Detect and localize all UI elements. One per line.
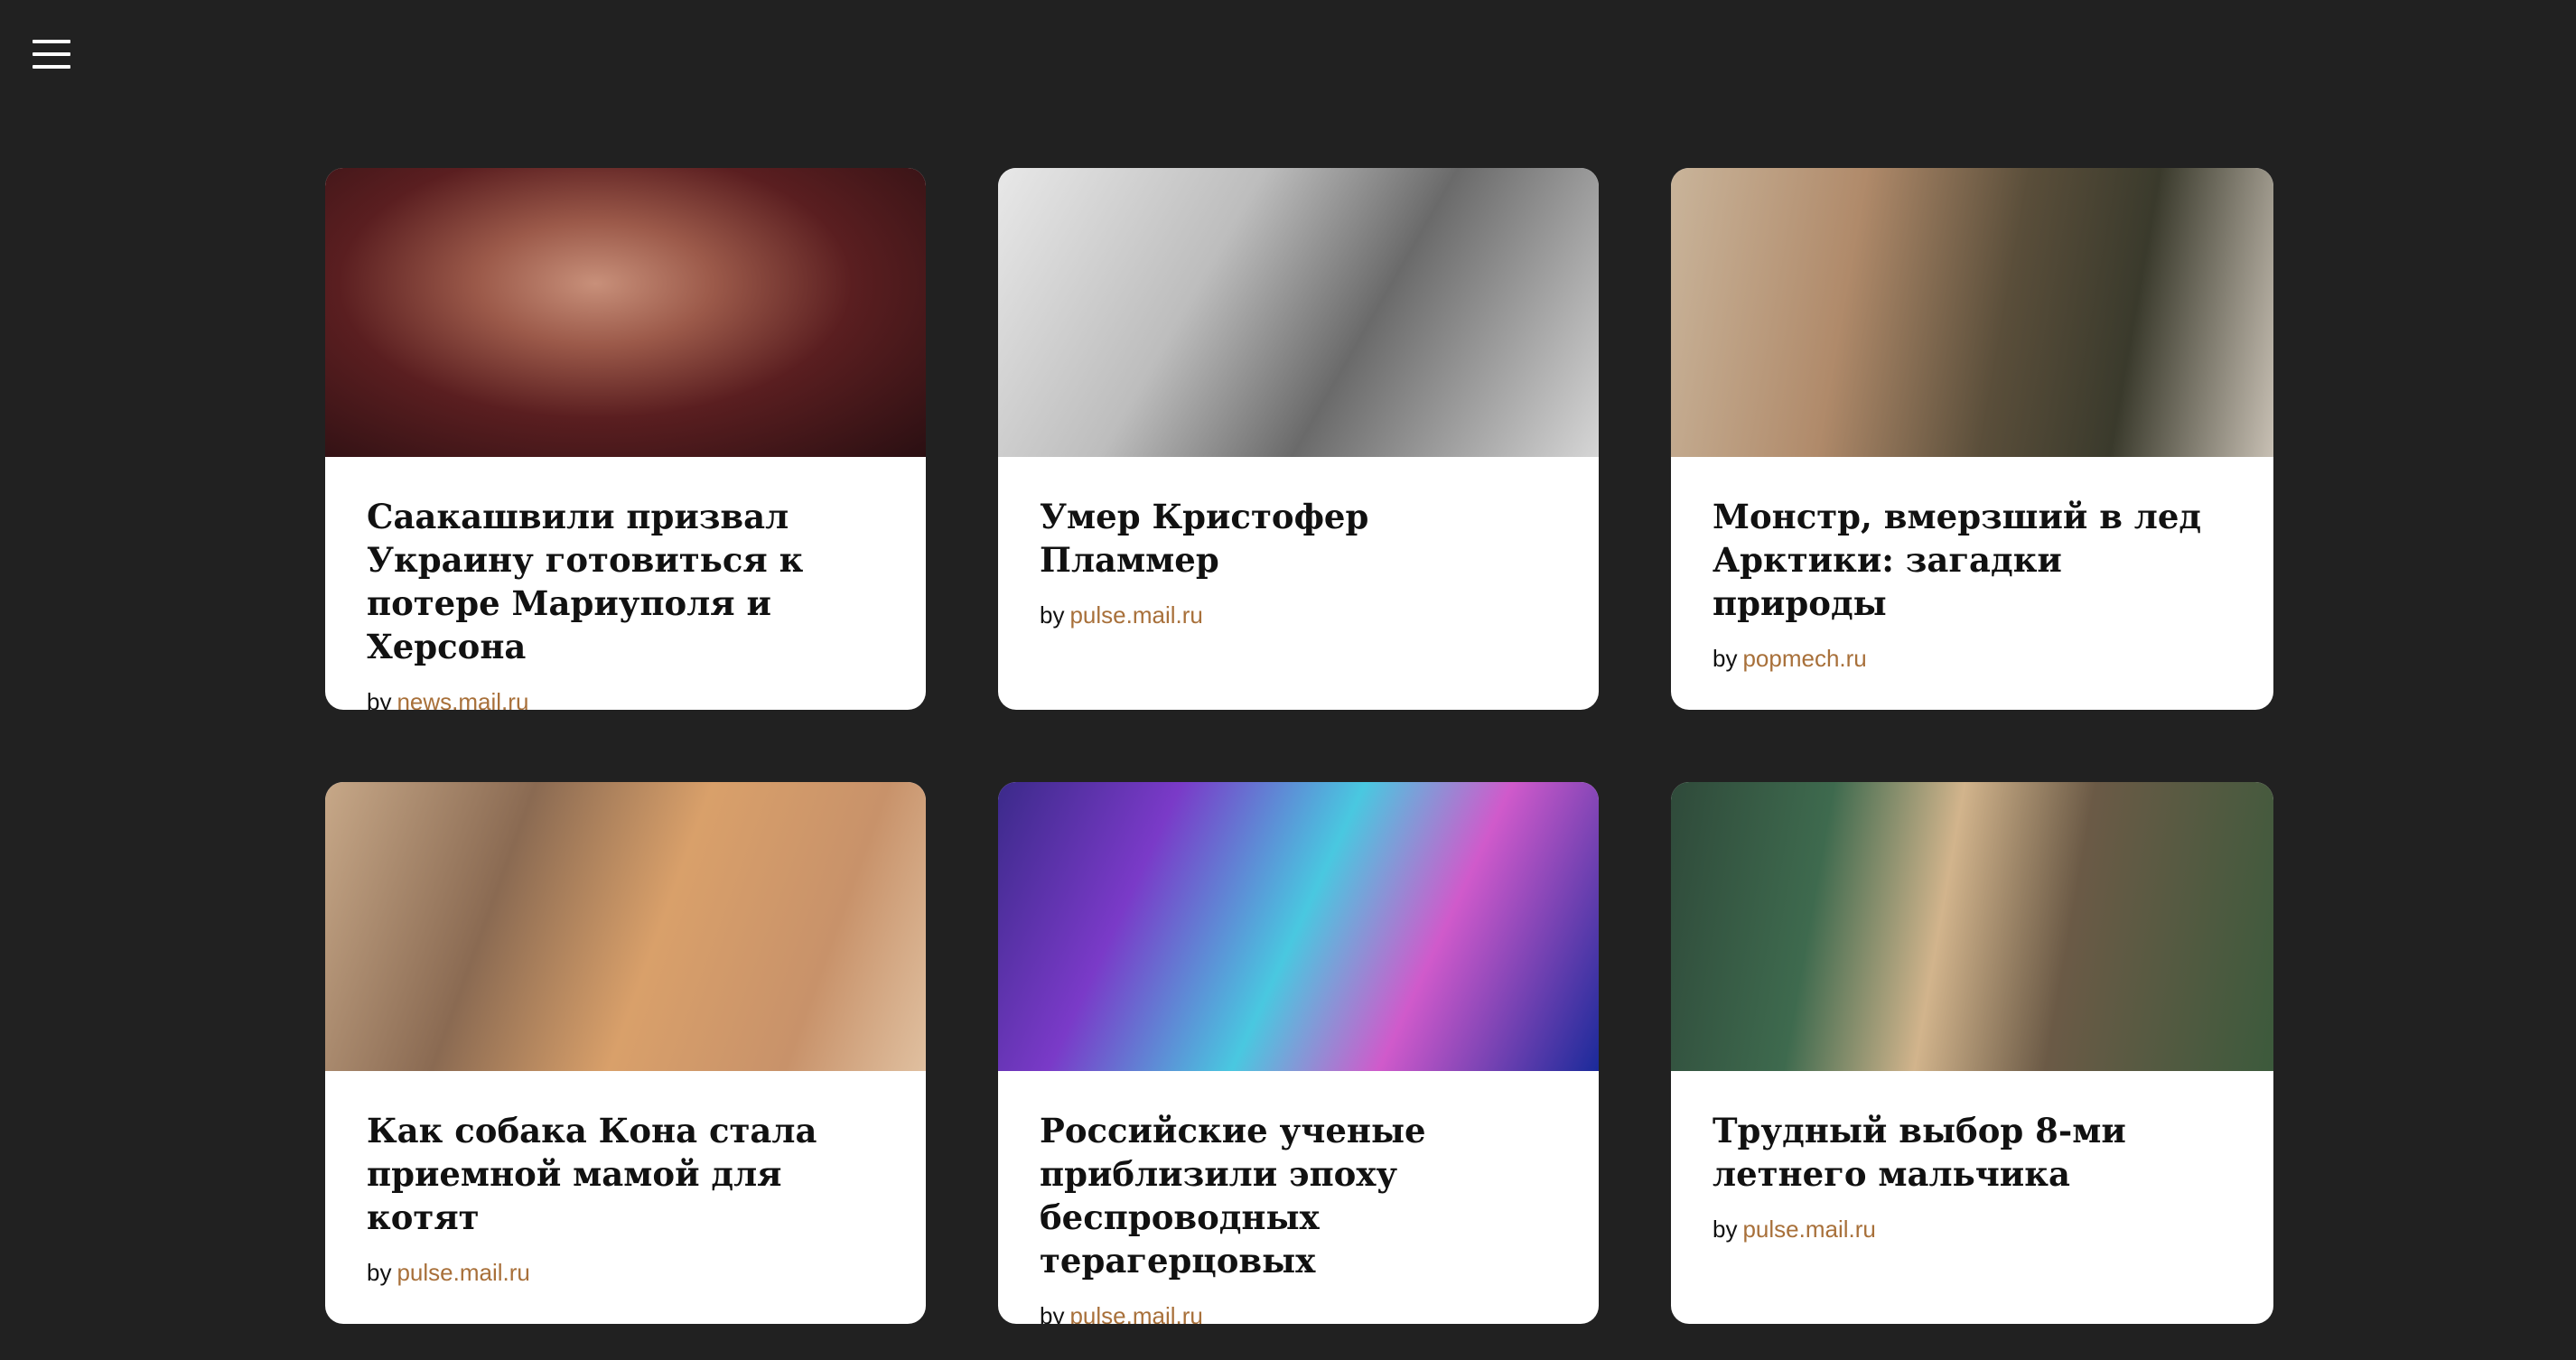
card-image[interactable] bbox=[998, 168, 1599, 457]
card-image[interactable] bbox=[998, 782, 1599, 1071]
source-link[interactable]: pulse.mail.ru bbox=[397, 1259, 529, 1286]
card-source: by news.mail.ru bbox=[367, 688, 884, 710]
menu-line bbox=[33, 65, 70, 69]
card-title[interactable]: Саакашвили призвал Украину готовиться к … bbox=[367, 495, 884, 668]
card-image[interactable] bbox=[325, 168, 926, 457]
card-body: Российские ученые приблизили эпоху беспр… bbox=[998, 1071, 1599, 1324]
card-source: by pulse.mail.ru bbox=[1040, 1302, 1557, 1324]
card-title[interactable]: Умер Кристофер Пламмер bbox=[1040, 495, 1557, 582]
news-card[interactable]: Трудный выбор 8-ми летнего мальчика by pu… bbox=[1671, 782, 2273, 1324]
card-source: by pulse.mail.ru bbox=[1713, 1216, 2232, 1244]
by-label: by bbox=[1040, 1302, 1065, 1324]
source-link[interactable]: pulse.mail.ru bbox=[1069, 1302, 1202, 1324]
news-card[interactable]: Умер Кристофер Пламмер by pulse.mail.ru bbox=[998, 168, 1599, 710]
card-image[interactable] bbox=[325, 782, 926, 1071]
card-image[interactable] bbox=[1671, 168, 2273, 457]
menu-line bbox=[33, 52, 70, 56]
card-image[interactable] bbox=[1671, 782, 2273, 1071]
card-body: Трудный выбор 8-ми летнего мальчика by pu… bbox=[1671, 1071, 2273, 1244]
news-grid: Саакашвили призвал Украину готовиться к … bbox=[325, 168, 2273, 1324]
by-label: by bbox=[367, 688, 392, 710]
card-body: Как собака Кона стала приемной мамой для… bbox=[325, 1071, 926, 1287]
card-body: Саакашвили призвал Украину готовиться к … bbox=[325, 457, 926, 710]
source-link[interactable]: pulse.mail.ru bbox=[1742, 1216, 1875, 1243]
source-link[interactable]: news.mail.ru bbox=[397, 688, 528, 710]
card-body: Монстр, вмерзший в лед Арктики: загадки … bbox=[1671, 457, 2273, 673]
news-card[interactable]: Как собака Кона стала приемной мамой для… bbox=[325, 782, 926, 1324]
by-label: by bbox=[1713, 1216, 1738, 1243]
card-source: by popmech.ru bbox=[1713, 645, 2232, 673]
by-label: by bbox=[367, 1259, 392, 1286]
card-title[interactable]: Монстр, вмерзший в лед Арктики: загадки … bbox=[1713, 495, 2232, 625]
card-title[interactable]: Российские ученые приблизили эпоху беспр… bbox=[1040, 1109, 1557, 1282]
by-label: by bbox=[1040, 601, 1065, 629]
by-label: by bbox=[1713, 645, 1738, 672]
card-source: by pulse.mail.ru bbox=[367, 1259, 884, 1287]
news-card[interactable]: Монстр, вмерзший в лед Арктики: загадки … bbox=[1671, 168, 2273, 710]
news-card[interactable]: Российские ученые приблизили эпоху беспр… bbox=[998, 782, 1599, 1324]
hamburger-menu-icon[interactable] bbox=[33, 40, 70, 69]
card-title[interactable]: Как собака Кона стала приемной мамой для… bbox=[367, 1109, 884, 1239]
card-title[interactable]: Трудный выбор 8-ми летнего мальчика bbox=[1713, 1109, 2232, 1196]
source-link[interactable]: pulse.mail.ru bbox=[1069, 601, 1202, 629]
card-body: Умер Кристофер Пламмер by pulse.mail.ru bbox=[998, 457, 1599, 629]
card-source: by pulse.mail.ru bbox=[1040, 601, 1557, 629]
menu-line bbox=[33, 40, 70, 43]
news-card[interactable]: Саакашвили призвал Украину готовиться к … bbox=[325, 168, 926, 710]
source-link[interactable]: popmech.ru bbox=[1742, 645, 1866, 672]
